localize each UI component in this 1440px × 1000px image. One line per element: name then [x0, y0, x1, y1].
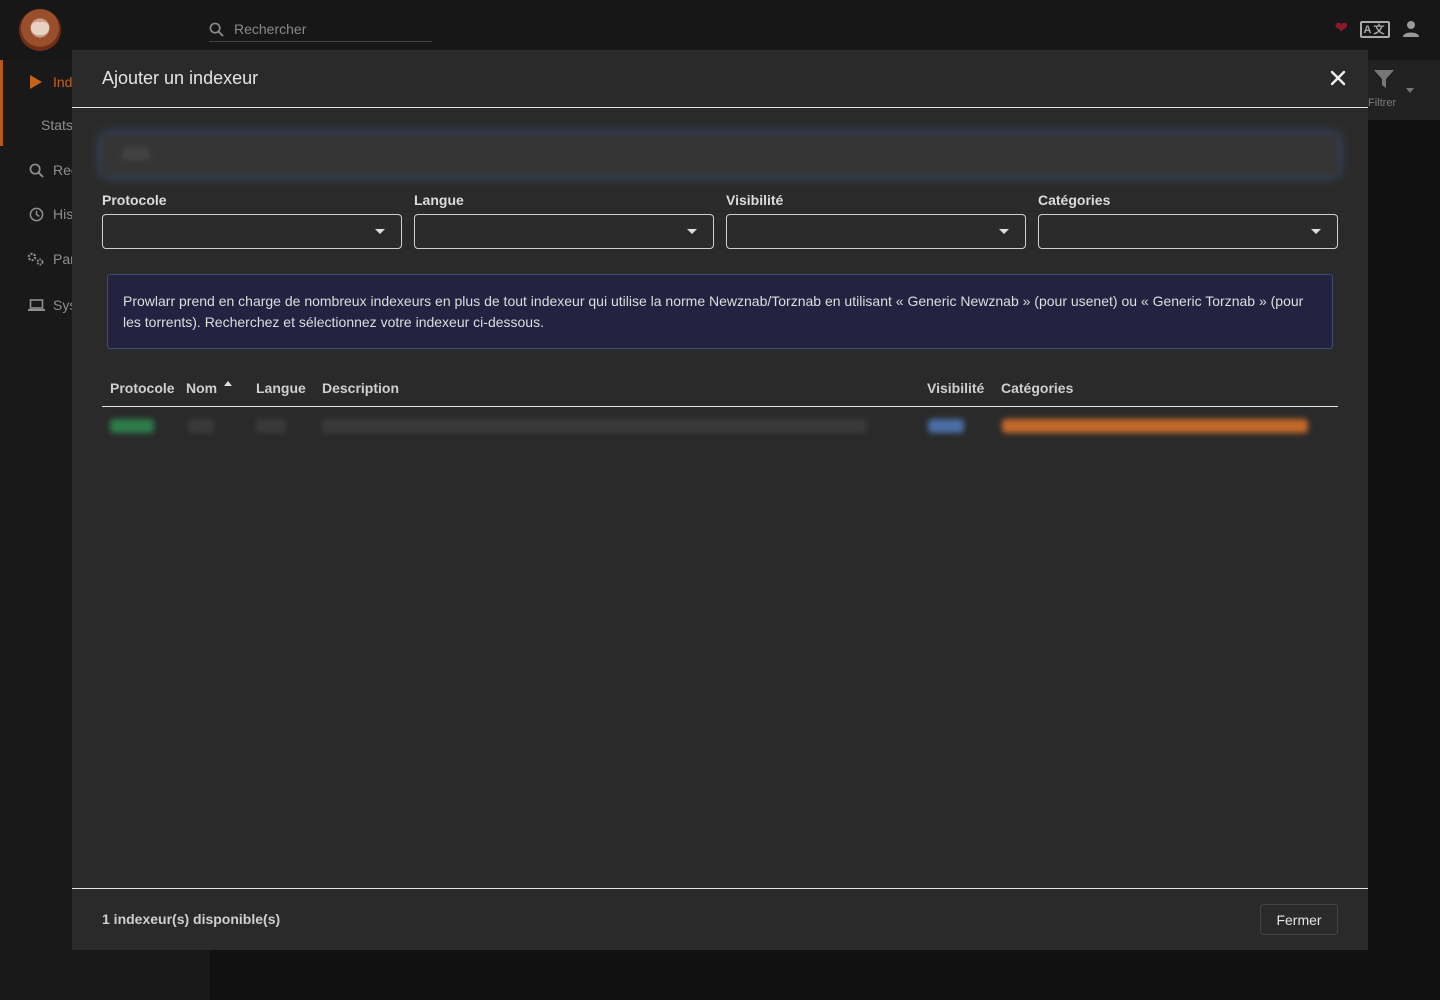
- column-header-protocol[interactable]: Protocole: [110, 380, 175, 396]
- play-icon: [27, 73, 45, 91]
- close-button[interactable]: Fermer: [1260, 904, 1338, 935]
- sidebar-item-label: Stats: [41, 117, 73, 133]
- modal-title: Ajouter un indexeur: [102, 68, 259, 88]
- sort-ascending-icon: [224, 381, 233, 386]
- visibility-filter-label: Visibilité: [726, 192, 784, 208]
- add-indexer-modal: Ajouter un indexeur Protocole Langue Vis…: [72, 50, 1368, 950]
- close-icon[interactable]: [1326, 66, 1350, 90]
- filter-row: Protocole Langue Visibilité Catégories: [102, 192, 1338, 252]
- column-header-name-label: Nom: [186, 380, 218, 396]
- clock-icon: [27, 205, 45, 223]
- indexer-search-input[interactable]: [102, 135, 1338, 175]
- cogs-icon: [27, 250, 45, 268]
- column-header-categories[interactable]: Catégories: [1001, 380, 1073, 396]
- table-header: Protocole Nom Langue Description Visibil…: [102, 370, 1338, 407]
- categories-filter: Catégories: [1038, 192, 1338, 249]
- visibility-filter: Visibilité: [726, 192, 1026, 249]
- chevron-down-icon[interactable]: [1406, 88, 1414, 93]
- caret-down-icon: [999, 229, 1009, 234]
- visibility-badge: [928, 419, 964, 433]
- filter-icon[interactable]: [1373, 68, 1395, 90]
- table-row[interactable]: [102, 407, 1338, 447]
- language-select[interactable]: [414, 214, 714, 249]
- column-header-name[interactable]: Nom: [186, 380, 233, 396]
- indexer-language: [256, 419, 286, 433]
- search-icon: [27, 161, 45, 179]
- column-header-description[interactable]: Description: [322, 380, 399, 396]
- language-filter-label: Langue: [414, 192, 464, 208]
- protocol-badge: [110, 419, 154, 433]
- category-badges: [1002, 419, 1308, 433]
- categories-select[interactable]: [1038, 214, 1338, 249]
- indexer-table: Protocole Nom Langue Description Visibil…: [102, 370, 1338, 447]
- heart-icon[interactable]: ❤: [1335, 20, 1348, 38]
- global-search-input[interactable]: [234, 18, 429, 40]
- column-header-visibility[interactable]: Visibilité: [927, 380, 984, 396]
- caret-down-icon: [687, 229, 697, 234]
- laptop-icon: [27, 296, 45, 314]
- app-logo[interactable]: [19, 9, 61, 51]
- indexer-name: [188, 419, 214, 433]
- page-toolbar: Filtrer: [1368, 60, 1440, 120]
- global-search: [209, 18, 432, 42]
- protocol-select[interactable]: [102, 214, 402, 249]
- categories-filter-label: Catégories: [1038, 192, 1111, 208]
- info-alert: Prowlarr prend en charge de nombreux ind…: [107, 274, 1333, 349]
- user-icon[interactable]: [1402, 20, 1420, 38]
- caret-down-icon: [375, 229, 385, 234]
- filter-label: Filtrer: [1368, 97, 1397, 109]
- protocol-filter: Protocole: [102, 192, 402, 249]
- translate-icon[interactable]: A文: [1360, 20, 1390, 38]
- modal-footer: 1 indexeur(s) disponible(s) Fermer: [72, 888, 1368, 950]
- indexer-description: [322, 419, 867, 433]
- available-count: 1 indexeur(s) disponible(s): [102, 911, 281, 927]
- visibility-select[interactable]: [726, 214, 1026, 249]
- caret-down-icon: [1311, 229, 1321, 234]
- column-header-language[interactable]: Langue: [256, 380, 306, 396]
- protocol-filter-label: Protocole: [102, 192, 167, 208]
- modal-header: Ajouter un indexeur: [72, 50, 1368, 108]
- language-filter: Langue: [414, 192, 714, 249]
- search-icon: [209, 22, 224, 37]
